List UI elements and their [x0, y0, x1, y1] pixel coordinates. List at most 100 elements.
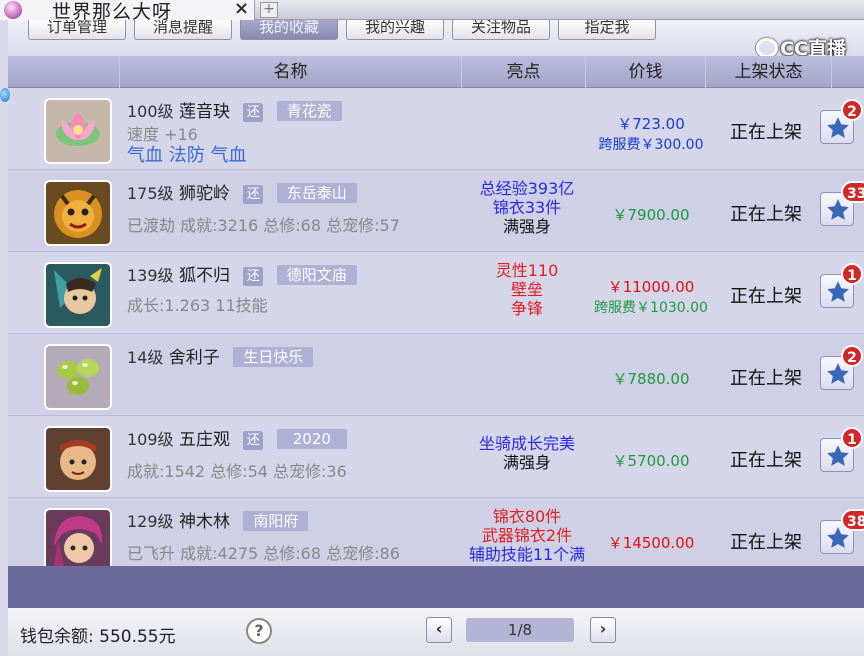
table-row[interactable]: 175级 狮驼岭 还 东岳泰山 已渡劫 成就:3216 总修:68 总宠修:57… — [8, 170, 864, 252]
favorite-button[interactable]: 2 — [820, 99, 863, 144]
browser-tab-strip: 世界那么大呀 × + — [0, 0, 864, 23]
highlight-text: 锦衣80件 — [492, 507, 562, 526]
server-tag: 青花瓷 — [276, 101, 342, 121]
wallet-balance: 钱包余额: 550.55元 — [20, 627, 176, 647]
highlight-text: 争锋 — [510, 299, 543, 318]
item-name[interactable]: 舍利子 — [169, 348, 220, 368]
favorite-count-badge: 1 — [841, 427, 863, 449]
column-header-name[interactable]: 名称 — [120, 56, 462, 88]
nav-designated-button[interactable]: 指定我 — [558, 20, 656, 40]
bargain-badge: 还 — [243, 103, 264, 122]
wuzhuang-character-icon[interactable] — [44, 426, 112, 492]
highlight-text: 武器锦衣2件 — [481, 526, 573, 545]
cross-server-fee-text: 跨服费￥1030.00 — [594, 300, 708, 316]
shenmulin-character-icon[interactable] — [44, 508, 112, 566]
item-name-line: 100级 莲音玦 还 青花瓷 — [127, 97, 342, 122]
server-tag: 南阳府 — [243, 511, 309, 531]
highlight-text: 坐骑成长完美 — [478, 434, 575, 453]
item-name[interactable]: 狮驼岭 — [179, 184, 230, 204]
bargain-badge: 还 — [243, 185, 264, 204]
bargain-badge: 还 — [243, 267, 264, 286]
listing-status: 正在上架 — [730, 368, 802, 389]
highlight-text: 辅助技能11个满 — [468, 545, 586, 564]
empty-list-area — [8, 566, 864, 608]
favorite-count-badge: 2 — [841, 99, 863, 121]
server-tag: 德阳文庙 — [276, 265, 357, 285]
favorite-count-badge: 33 — [841, 181, 864, 203]
highlight-text: 满强身 — [502, 453, 551, 472]
side-gem-icon — [0, 88, 10, 102]
price-cell: ￥14500.00 — [586, 532, 716, 553]
nav-followed-items-button[interactable]: 关注物品 — [452, 20, 550, 40]
column-header-price[interactable]: 价钱 — [586, 56, 706, 88]
item-name[interactable]: 莲音玦 — [179, 102, 230, 122]
item-level: 139级 — [127, 266, 174, 285]
cc-logo-icon — [756, 38, 779, 58]
table-row[interactable]: 139级 狐不归 还 德阳文庙 成长:1.263 11技能 灵性110 壁垒 争… — [8, 252, 864, 334]
favorite-button[interactable]: 38 — [820, 509, 864, 554]
highlight-text: 锦衣33件 — [492, 198, 562, 217]
browser-tab[interactable]: 世界那么大呀 × — [0, 0, 255, 23]
favorite-button[interactable]: 33 — [820, 181, 864, 226]
nav-favorites-button[interactable]: 我的收藏 — [240, 20, 338, 40]
header-spacer — [8, 56, 120, 88]
prev-page-button[interactable]: ‹ — [426, 617, 452, 643]
highlight-text: 壁垒 — [510, 280, 543, 299]
item-level: 129级 — [127, 512, 174, 531]
sarira-beads-icon[interactable] — [44, 344, 112, 410]
item-attribute: 已飞升 成就:4275 总修:68 总宠修:86 — [127, 544, 400, 563]
footer-bar: 钱包余额: 550.55元 ? ‹ 1/8 › — [8, 608, 864, 656]
table-row[interactable]: 14级 舍利子 生日快乐 ￥7880.00 正在上架 2 — [8, 334, 864, 416]
listing-status: 正在上架 — [730, 204, 802, 225]
server-tag: 2020 — [276, 429, 347, 449]
item-level: 109级 — [127, 430, 174, 449]
fox-warrior-character-icon[interactable] — [44, 262, 112, 328]
help-icon[interactable]: ? — [246, 618, 272, 644]
highlights-cell: 总经验393亿 锦衣33件 满强身 — [458, 179, 596, 236]
top-navigation: 订单管理 消息提醒 我的收藏 我的兴趣 关注物品 指定我 CC直播 — [8, 20, 864, 60]
item-attribute: 已渡劫 成就:3216 总修:68 总宠修:57 — [127, 216, 400, 235]
listing-status: 正在上架 — [730, 450, 802, 471]
game-favicon-icon — [4, 1, 22, 19]
favorite-count-badge: 2 — [841, 345, 863, 367]
price-value: ￥7900.00 — [612, 206, 690, 224]
favorite-button[interactable]: 1 — [820, 263, 863, 308]
listing-status: 正在上架 — [730, 532, 802, 553]
lion-camel-character-icon[interactable] — [44, 180, 112, 246]
lotus-flower-icon[interactable] — [44, 98, 112, 164]
listing-status: 正在上架 — [730, 286, 802, 307]
nav-interests-button[interactable]: 我的兴趣 — [346, 20, 444, 40]
highlights-cell: 锦衣80件 武器锦衣2件 辅助技能11个满 — [458, 507, 596, 564]
highlight-text: 总经验393亿 — [479, 179, 575, 198]
tab-close-icon[interactable]: × — [234, 0, 249, 19]
price-value: ￥7880.00 — [612, 370, 690, 388]
new-tab-button[interactable]: + — [260, 2, 278, 18]
favorite-button[interactable]: 1 — [820, 427, 863, 472]
item-name-line: 109级 五庄观 还 2020 — [127, 425, 347, 450]
item-attribute: 成就:1542 总修:54 总宠修:36 — [127, 462, 347, 481]
item-name[interactable]: 狐不归 — [179, 266, 230, 286]
trading-panel: 订单管理 消息提醒 我的收藏 我的兴趣 关注物品 指定我 CC直播 名称 亮点 … — [8, 20, 864, 656]
table-row[interactable]: 100级 莲音玦 还 青花瓷 速度 +16 气血 法防 气血 ￥723.00 跨… — [8, 88, 864, 170]
column-header-status[interactable]: 上架状态 — [706, 56, 832, 88]
item-level: 100级 — [127, 102, 174, 121]
listing-status: 正在上架 — [730, 122, 802, 143]
highlights-cell: 坐骑成长完美 满强身 — [458, 434, 596, 472]
nav-orders-button[interactable]: 订单管理 — [28, 20, 126, 40]
next-page-button[interactable]: › — [590, 617, 616, 643]
item-attribute-special: 气血 法防 气血 — [127, 145, 247, 166]
column-header-highlights[interactable]: 亮点 — [462, 56, 586, 88]
price-cell: ￥7900.00 — [586, 204, 716, 225]
table-row[interactable]: 129级 神木林 南阳府 已飞升 成就:4275 总修:68 总宠修:86 锦衣… — [8, 498, 864, 566]
item-name[interactable]: 神木林 — [179, 512, 230, 532]
cross-server-fee: 跨服费￥1030.00 — [586, 297, 716, 317]
highlight-text: 灵性110 — [495, 261, 559, 280]
item-name-line: 175级 狮驼岭 还 东岳泰山 — [127, 179, 357, 204]
server-tag: 生日快乐 — [233, 347, 314, 367]
price-cell: ￥5700.00 — [586, 450, 716, 471]
table-row[interactable]: 109级 五庄观 还 2020 成就:1542 总修:54 总宠修:36 坐骑成… — [8, 416, 864, 498]
nav-messages-button[interactable]: 消息提醒 — [134, 20, 232, 40]
item-name[interactable]: 五庄观 — [179, 430, 230, 450]
highlights-cell: 灵性110 壁垒 争锋 — [458, 261, 596, 318]
favorite-button[interactable]: 2 — [820, 345, 863, 390]
